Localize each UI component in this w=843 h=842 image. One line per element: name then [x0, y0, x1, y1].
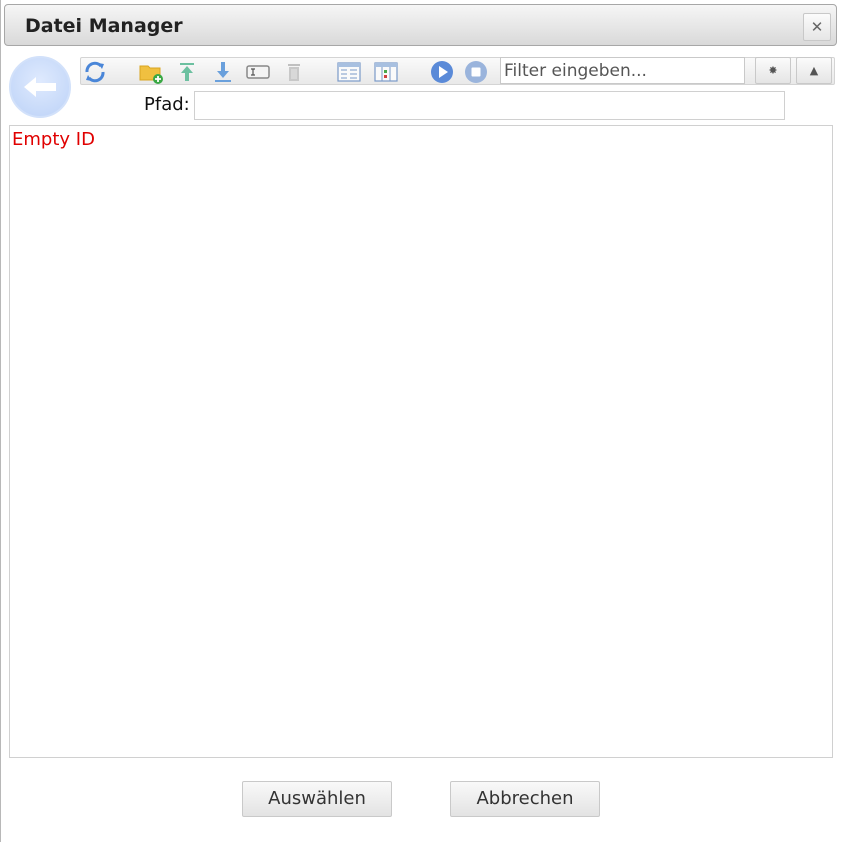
- arrow-left-icon: [24, 77, 56, 97]
- close-button[interactable]: ✕: [803, 13, 831, 41]
- back-button[interactable]: [9, 56, 71, 118]
- close-icon: ✕: [810, 18, 824, 36]
- path-label: Pfad:: [144, 94, 190, 115]
- new-folder-button[interactable]: [138, 59, 164, 85]
- upload-icon: [180, 63, 194, 81]
- refresh-button[interactable]: [82, 59, 108, 85]
- file-manager-dialog: Datei Manager ✕ Filter eingeben... ✸ ▲ P…: [0, 0, 843, 842]
- list-view-button[interactable]: [336, 59, 362, 85]
- table-view-icon: [374, 62, 398, 82]
- gear-icon: ✸: [768, 64, 778, 77]
- warning-icon: ▲: [809, 64, 819, 77]
- title-bar[interactable]: Datei Manager ✕: [4, 4, 837, 46]
- select-button[interactable]: Auswählen: [242, 781, 392, 817]
- table-view-button[interactable]: [373, 59, 399, 85]
- filter-input[interactable]: [500, 57, 745, 84]
- dialog-border: [0, 0, 1, 842]
- error-message: Empty ID: [12, 129, 95, 150]
- dialog-title: Datei Manager: [25, 15, 183, 37]
- cancel-button[interactable]: Abbrechen: [450, 781, 600, 817]
- stop-icon: [465, 61, 487, 83]
- delete-icon: [288, 64, 300, 81]
- new-folder-icon: [139, 65, 163, 84]
- rename-button[interactable]: [245, 59, 271, 85]
- play-icon: [431, 61, 453, 83]
- upload-button[interactable]: [174, 59, 200, 85]
- delete-button[interactable]: [281, 59, 307, 85]
- rename-icon: [246, 65, 270, 79]
- download-icon: [215, 62, 231, 82]
- refresh-icon: [85, 61, 105, 83]
- file-list-area[interactable]: Empty ID: [9, 125, 833, 758]
- list-view-icon: [337, 62, 361, 82]
- download-button[interactable]: [210, 59, 236, 85]
- play-button[interactable]: [429, 59, 455, 85]
- path-input[interactable]: [194, 91, 785, 120]
- stop-button[interactable]: [463, 59, 489, 85]
- settings-button[interactable]: ✸: [755, 57, 791, 84]
- warning-button[interactable]: ▲: [796, 57, 832, 84]
